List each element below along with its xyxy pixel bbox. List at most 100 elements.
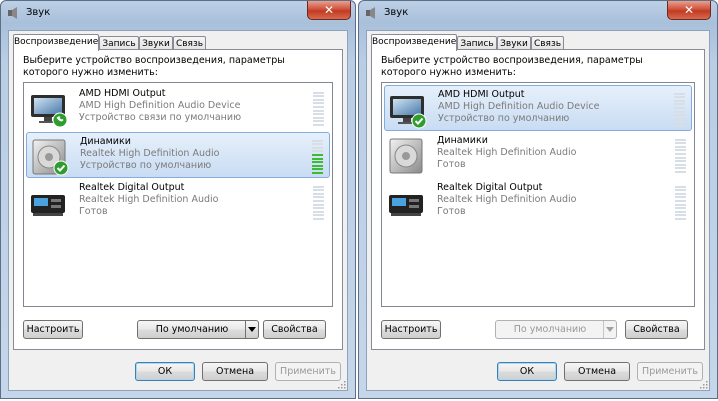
- configure-button[interactable]: Настроить: [23, 320, 83, 339]
- tab-recording[interactable]: Запись: [457, 36, 497, 50]
- device-item[interactable]: Realtek Digital Output Realtek High Defi…: [26, 179, 330, 225]
- meter-segment: [675, 200, 686, 202]
- meter-segment: [312, 154, 323, 156]
- cancel-button[interactable]: Отмена: [202, 362, 268, 381]
- meter-segment: [675, 171, 686, 173]
- meter-segment: [313, 113, 324, 116]
- meter-segment: [675, 153, 686, 155]
- meter-segment: [313, 120, 324, 123]
- close-button[interactable]: ✕: [667, 1, 711, 20]
- meter-segment: [313, 116, 324, 119]
- title-bar[interactable]: Звук ✕: [1, 1, 355, 25]
- meter-segment: [675, 138, 686, 141]
- meter-segment: [674, 110, 685, 113]
- device-status: Готов: [437, 206, 466, 217]
- meter-segment: [674, 117, 685, 120]
- digital-output-icon: [389, 195, 423, 216]
- instruction-text: Выберите устройство воспроизведения, пар…: [381, 55, 643, 78]
- speaker-icon: [389, 138, 423, 174]
- tab-recording[interactable]: Запись: [99, 36, 139, 50]
- set-default-split-button[interactable]: По умолчанию: [137, 320, 259, 339]
- playback-page: Выберите устройство воспроизведения, пар…: [371, 49, 705, 350]
- set-default-label: По умолчанию: [513, 324, 587, 335]
- meter-segment: [674, 121, 685, 124]
- window-title: Звук: [384, 7, 409, 18]
- meter-segment: [313, 124, 324, 126]
- meter-segment: [675, 210, 686, 213]
- meter-segment: [313, 218, 324, 220]
- device-driver: Realtek High Definition Audio: [437, 194, 577, 205]
- configure-button[interactable]: Настроить: [381, 320, 441, 339]
- meter-segment: [313, 196, 324, 199]
- device-status: Устройство по умолчанию: [80, 160, 212, 171]
- ok-button[interactable]: ОК: [497, 362, 557, 381]
- set-default-label: По умолчанию: [155, 324, 229, 335]
- meter-segment: [313, 192, 324, 195]
- device-name: AMD HDMI Output: [79, 88, 166, 99]
- meter-segment: [313, 109, 324, 112]
- device-item[interactable]: Realtek Digital Output Realtek High Defi…: [384, 179, 692, 225]
- speaker-app-icon: [366, 7, 375, 19]
- device-status: Устройство связи по умолчанию: [79, 112, 242, 123]
- speaker-app-icon: [8, 7, 17, 19]
- resize-grip-icon[interactable]: [699, 380, 708, 389]
- device-list[interactable]: AMD HDMI Output AMD High Definition Audi…: [381, 82, 695, 307]
- tab-communications[interactable]: Связь: [173, 36, 206, 50]
- meter-segment: [675, 196, 686, 199]
- meter-segment: [313, 210, 324, 213]
- volume-meter: [674, 91, 685, 127]
- cancel-button[interactable]: Отмена: [564, 362, 630, 381]
- resize-grip-icon[interactable]: [337, 380, 346, 389]
- set-default-dropdown[interactable]: [245, 321, 258, 338]
- device-driver: Realtek High Definition Audio: [80, 148, 220, 159]
- title-bar[interactable]: Звук ✕: [359, 1, 717, 25]
- meter-segment: [674, 103, 685, 106]
- meter-segment: [312, 157, 323, 160]
- device-name: Realtek Digital Output: [79, 182, 185, 193]
- tab-playback[interactable]: Воспроизведение: [371, 34, 457, 51]
- tab-communications[interactable]: Связь: [531, 36, 564, 50]
- instruction-text: Выберите устройство воспроизведения, пар…: [23, 55, 285, 78]
- meter-segment: [675, 163, 686, 166]
- meter-segment: [313, 102, 324, 105]
- meter-segment: [313, 98, 324, 101]
- apply-button: Применить: [637, 362, 703, 381]
- device-item-selected[interactable]: AMD HDMI Output AMD High Definition Audi…: [384, 85, 692, 131]
- dialog-client: Воспроизведение Запись Звуки Связь Выбер…: [366, 30, 710, 391]
- meter-segment: [674, 125, 685, 127]
- device-list[interactable]: AMD HDMI Output AMD High Definition Audi…: [23, 82, 333, 307]
- volume-meter: [675, 137, 686, 173]
- speaker-icon: [32, 139, 69, 176]
- device-item-selected[interactable]: Динамики Realtek High Definition Audio У…: [26, 132, 330, 178]
- meter-segment: [312, 143, 323, 146]
- meter-segment: [675, 218, 686, 220]
- monitor-icon: [390, 96, 427, 129]
- device-driver: AMD High Definition Audio Device: [438, 101, 600, 112]
- meter-segment: [675, 167, 686, 170]
- meter-segment: [675, 160, 686, 163]
- device-item[interactable]: AMD HDMI Output AMD High Definition Audi…: [26, 85, 330, 131]
- meter-segment: [313, 214, 324, 217]
- meter-segment: [675, 156, 686, 159]
- meter-segment: [313, 106, 324, 108]
- properties-button[interactable]: Свойства: [625, 320, 688, 339]
- device-name: Динамики: [80, 136, 131, 147]
- tab-sounds[interactable]: Звуки: [139, 36, 173, 50]
- close-button[interactable]: ✕: [307, 1, 351, 20]
- dropdown-arrow-icon: [606, 327, 614, 332]
- device-item[interactable]: Динамики Realtek High Definition Audio Г…: [384, 132, 692, 178]
- sound-dialog-right: Звук ✕ Воспроизведение Запись Звуки Связ…: [358, 0, 718, 399]
- meter-segment: [674, 96, 685, 99]
- properties-button[interactable]: Свойства: [263, 320, 326, 339]
- meter-segment: [675, 207, 686, 210]
- meter-segment: [313, 95, 324, 98]
- meter-segment: [313, 189, 324, 192]
- set-default-dropdown: [603, 321, 616, 338]
- meter-segment: [312, 172, 323, 174]
- meter-segment: [313, 200, 324, 202]
- tab-playback[interactable]: Воспроизведение: [13, 34, 99, 51]
- meter-segment: [313, 185, 324, 188]
- tab-sounds[interactable]: Звуки: [497, 36, 531, 50]
- meter-segment: [312, 161, 323, 164]
- ok-button[interactable]: ОК: [135, 362, 195, 381]
